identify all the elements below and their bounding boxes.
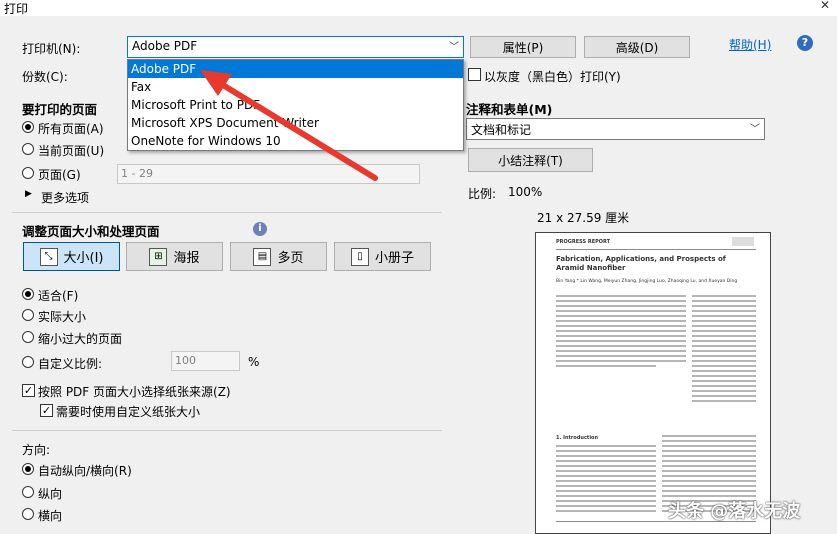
annotation-arrow-icon <box>200 70 378 181</box>
arrow-shaft <box>215 79 378 181</box>
watermark: 头条 @落水无波 <box>668 501 801 522</box>
arrow-head <box>200 70 232 96</box>
